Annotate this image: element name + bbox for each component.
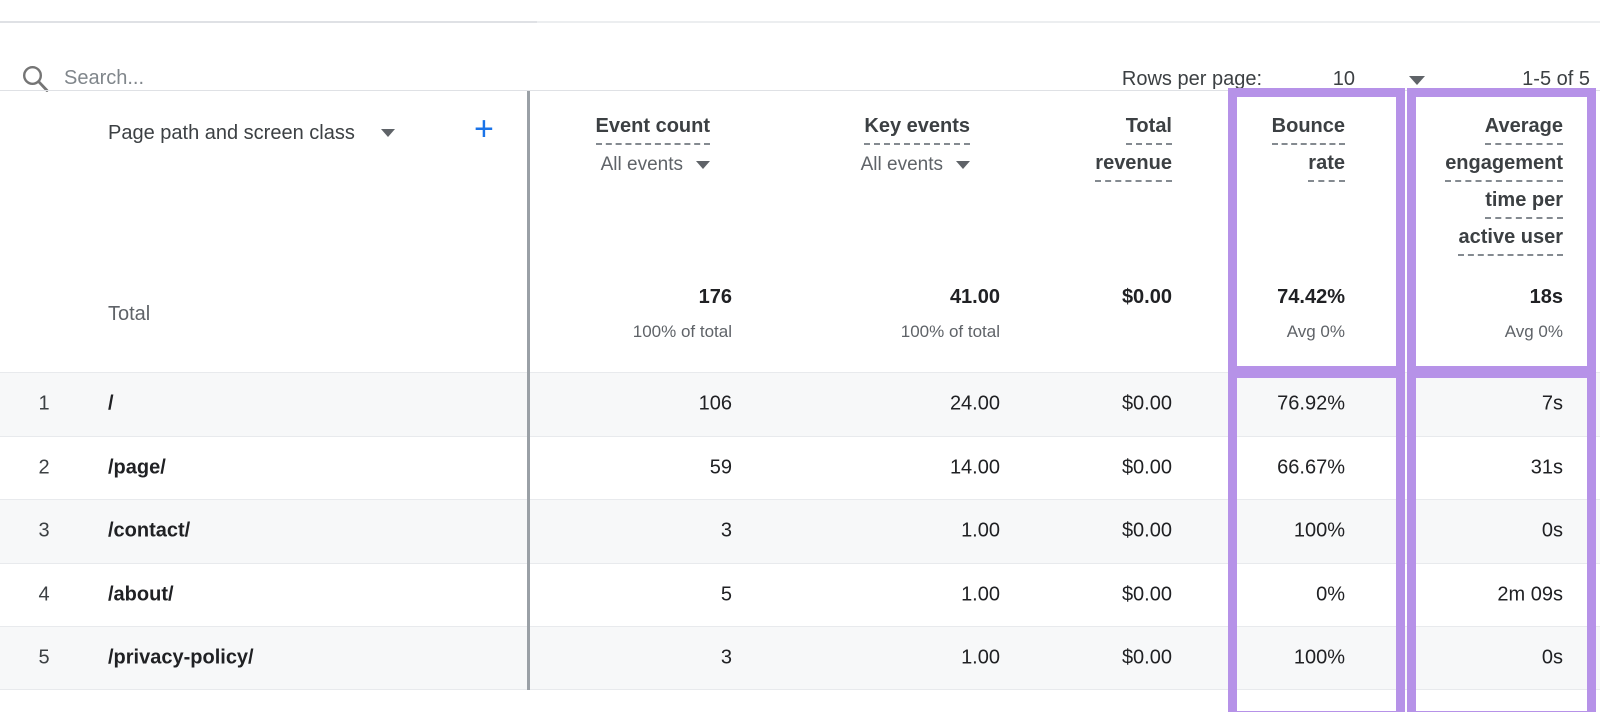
row-index: 2 [32, 456, 56, 479]
bounce-rate-cell: 66.67% [1277, 456, 1345, 479]
totals-key-events-sub: 100% of total [901, 322, 1000, 342]
column-header-bounce-rate-line2: rate [1308, 152, 1345, 182]
key-events-filter-label: All events [861, 154, 943, 176]
total-revenue-cell: $0.00 [1122, 393, 1172, 416]
page-path-cell: /page/ [108, 456, 166, 479]
total-revenue-cell: $0.00 [1122, 456, 1172, 479]
dimension-header-label: Page path and screen class [108, 122, 355, 145]
key-events-cell: 24.00 [950, 393, 1000, 416]
column-header-avg-engagement-line3: time per [1485, 189, 1563, 219]
column-header-event-count: Event count All events [596, 115, 710, 176]
column-header-bounce-rate-line1: Bounce [1272, 115, 1345, 145]
dimension-header-dropdown[interactable]: Page path and screen class [108, 112, 395, 154]
column-header-key-events: Key events All events [861, 115, 970, 176]
totals-row-label: Total [108, 303, 150, 326]
column-header-total-revenue-line1: Total [1126, 115, 1172, 145]
avg-engagement-cell: 31s [1531, 456, 1563, 479]
table-row: 5 /privacy-policy/ 3 1.00 $0.00 100% 0s [0, 626, 1600, 690]
column-header-total-revenue-line2: revenue [1095, 152, 1172, 182]
column-header-avg-engagement-line4: active user [1458, 226, 1563, 256]
avg-engagement-cell: 7s [1542, 393, 1563, 416]
bounce-rate-cell: 100% [1294, 520, 1345, 543]
key-events-cell: 1.00 [961, 647, 1000, 670]
row-index: 5 [32, 647, 56, 670]
event-count-cell: 3 [721, 647, 732, 670]
column-header-bounce-rate[interactable]: Bounce rate [1272, 115, 1345, 182]
row-index: 4 [32, 584, 56, 607]
total-revenue-cell: $0.00 [1122, 520, 1172, 543]
table-row: 3 /contact/ 3 1.00 $0.00 100% 0s [0, 499, 1600, 563]
totals-event-count-sub: 100% of total [633, 322, 732, 342]
rows-per-page-value[interactable]: 10 [1333, 68, 1355, 91]
avg-engagement-cell: 0s [1542, 520, 1563, 543]
column-header-avg-engagement-line2: engagement [1445, 152, 1563, 182]
column-header-avg-engagement[interactable]: Average engagement time per active user [1445, 115, 1563, 256]
table-row: 4 /about/ 5 1.00 $0.00 0% 2m 09s [0, 563, 1600, 627]
event-count-cell: 3 [721, 520, 732, 543]
totals-avg-engagement-value: 18s [1530, 286, 1563, 309]
totals-total-revenue: $0.00 [1122, 286, 1172, 309]
table-row: 2 /page/ 59 14.00 $0.00 66.67% 31s [0, 436, 1600, 500]
avg-engagement-cell: 2m 09s [1497, 584, 1563, 607]
page-path-cell: / [108, 393, 114, 416]
totals-key-events-value: 41.00 [950, 286, 1000, 309]
column-divider [527, 91, 530, 690]
key-events-cell: 14.00 [950, 456, 1000, 479]
event-count-cell: 59 [710, 456, 732, 479]
column-header-event-count-label[interactable]: Event count [596, 115, 710, 145]
event-count-filter-label: All events [601, 154, 683, 176]
event-count-cell: 5 [721, 584, 732, 607]
key-events-cell: 1.00 [961, 520, 1000, 543]
toolbar-divider [0, 90, 1600, 91]
event-count-filter-dropdown[interactable]: All events [601, 154, 710, 176]
totals-bounce-rate-value: 74.42% [1277, 286, 1345, 309]
dropdown-caret-icon [696, 161, 710, 169]
row-index: 1 [32, 393, 56, 416]
page-path-cell: /privacy-policy/ [108, 647, 254, 670]
pagination-range: 1-5 of 5 [1522, 68, 1590, 91]
event-count-cell: 106 [699, 393, 732, 416]
bounce-rate-cell: 0% [1316, 584, 1345, 607]
total-revenue-cell: $0.00 [1122, 647, 1172, 670]
totals-event-count-value: 176 [699, 286, 732, 309]
totals-total-revenue-value: $0.00 [1122, 286, 1172, 309]
dropdown-caret-icon [956, 161, 970, 169]
page-path-cell: /about/ [108, 584, 174, 607]
row-index: 3 [32, 520, 56, 543]
totals-event-count: 176 100% of total [633, 286, 732, 342]
bounce-rate-cell: 76.92% [1277, 393, 1345, 416]
table-toolbar: Rows per page: 10 1-5 of 5 [0, 22, 1600, 90]
table-body: 1 / 106 24.00 $0.00 76.92% 7s 2 /page/ 5… [0, 372, 1600, 690]
column-header-total-revenue[interactable]: Total revenue [1095, 115, 1172, 182]
table-row: 1 / 106 24.00 $0.00 76.92% 7s [0, 372, 1600, 436]
totals-avg-engagement-sub: Avg 0% [1505, 322, 1563, 342]
column-header-key-events-label[interactable]: Key events [864, 115, 970, 145]
add-dimension-button[interactable]: + [466, 108, 502, 150]
avg-engagement-cell: 0s [1542, 647, 1563, 670]
totals-key-events: 41.00 100% of total [901, 286, 1000, 342]
key-events-cell: 1.00 [961, 584, 1000, 607]
analytics-table-card: Rows per page: 10 1-5 of 5 Page path and… [0, 0, 1600, 712]
total-revenue-cell: $0.00 [1122, 584, 1172, 607]
totals-bounce-rate: 74.42% Avg 0% [1277, 286, 1345, 342]
bounce-rate-cell: 100% [1294, 647, 1345, 670]
rows-per-page-caret-icon[interactable] [1409, 76, 1425, 85]
page-path-cell: /contact/ [108, 520, 190, 543]
totals-avg-engagement: 18s Avg 0% [1505, 286, 1563, 342]
rows-per-page-label: Rows per page: [1122, 68, 1262, 91]
dropdown-caret-icon [381, 129, 395, 137]
totals-bounce-rate-sub: Avg 0% [1287, 322, 1345, 342]
column-header-avg-engagement-line1: Average [1485, 115, 1563, 145]
key-events-filter-dropdown[interactable]: All events [861, 154, 970, 176]
